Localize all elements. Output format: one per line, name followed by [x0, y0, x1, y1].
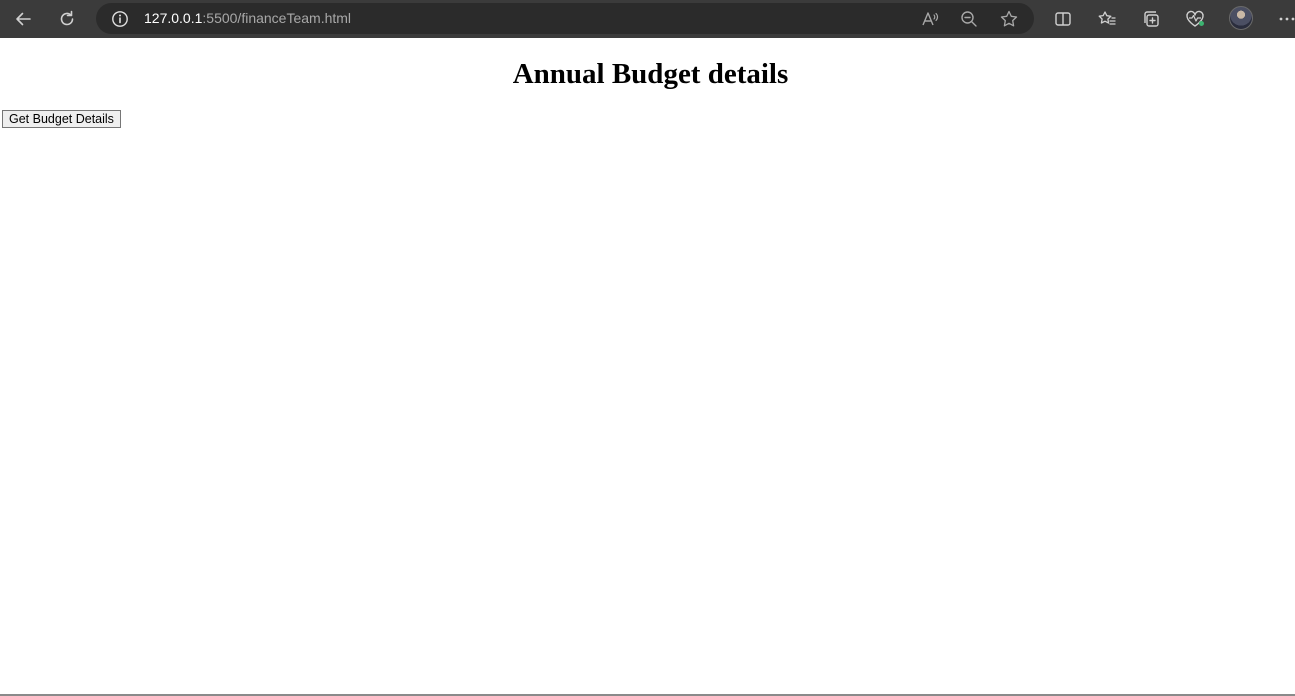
star-icon[interactable] [996, 6, 1022, 32]
collections-icon[interactable] [1136, 4, 1166, 34]
more-menu-icon[interactable] [1272, 4, 1295, 34]
profile-avatar[interactable] [1229, 6, 1253, 30]
url-path: :5500/financeTeam.html [202, 10, 352, 26]
read-aloud-icon[interactable] [917, 6, 943, 32]
page-content: Annual Budget details Get Budget Details [0, 38, 1295, 696]
refresh-icon[interactable] [52, 4, 82, 34]
url-host: 127.0.0.1 [144, 10, 203, 26]
info-icon[interactable] [110, 9, 130, 29]
page-title: Annual Budget details [512, 58, 789, 90]
browser-essentials-icon[interactable] [1180, 4, 1210, 34]
browser-toolbar: 127.0.0.1:5500/financeTeam.html [0, 0, 1295, 38]
get-budget-details-button[interactable]: Get Budget Details [2, 110, 121, 128]
address-bar[interactable]: 127.0.0.1:5500/financeTeam.html [96, 3, 1034, 34]
back-arrow-icon[interactable] [8, 4, 38, 34]
favorites-list-icon[interactable] [1092, 4, 1122, 34]
split-screen-icon[interactable] [1048, 4, 1078, 34]
url-text[interactable]: 127.0.0.1:5500/financeTeam.html [144, 10, 351, 27]
zoom-out-icon[interactable] [956, 6, 982, 32]
